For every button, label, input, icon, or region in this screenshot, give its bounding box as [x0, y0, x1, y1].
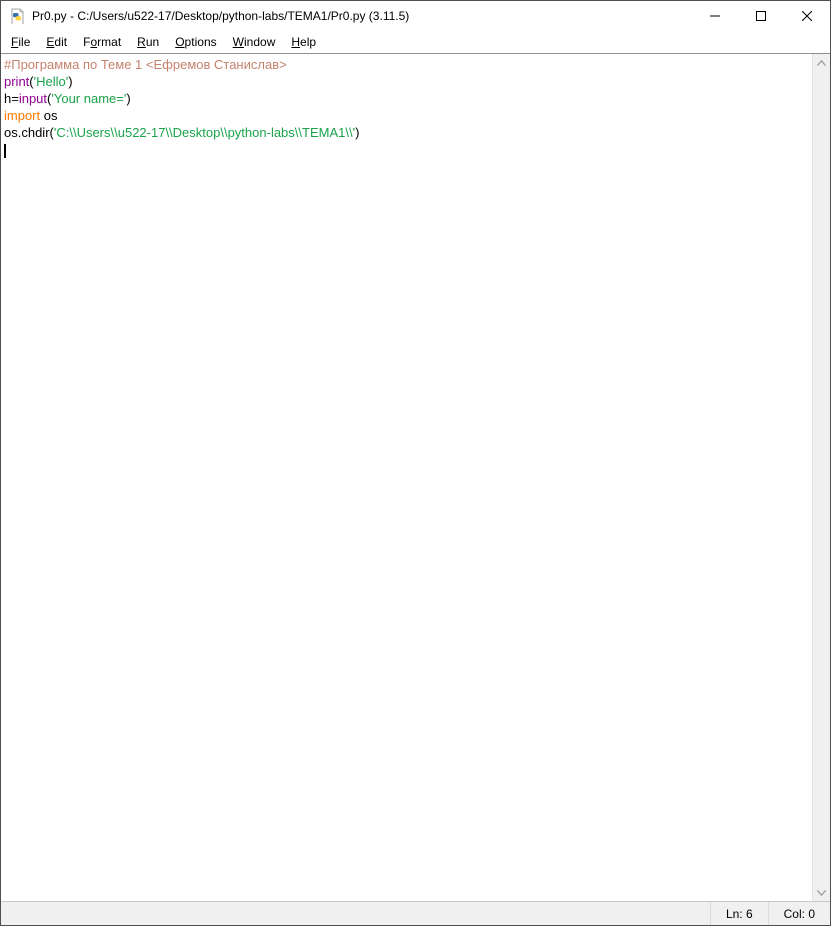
minimize-button[interactable] [692, 1, 738, 31]
code-token-builtin: print [4, 74, 29, 89]
code-token-string: 'Hello' [34, 74, 69, 89]
code-token-keyword: import [4, 108, 40, 123]
code-token-plain: ) [355, 125, 359, 140]
menu-item-format[interactable]: Format [75, 32, 129, 52]
text-cursor [4, 144, 6, 158]
code-token-comment: #Программа по Теме 1 <Ефремов Станислав> [4, 57, 287, 72]
code-line [4, 141, 812, 158]
scroll-down-icon [817, 890, 826, 896]
vertical-scrollbar[interactable] [812, 54, 830, 901]
close-icon [802, 11, 812, 21]
scroll-up-button[interactable] [813, 54, 830, 71]
code-token-plain: os.chdir( [4, 125, 54, 140]
code-line: import os [4, 107, 812, 124]
minimize-icon [710, 11, 720, 21]
code-line: h=input('Your name=') [4, 90, 812, 107]
scrollbar-track[interactable] [813, 71, 830, 884]
maximize-button[interactable] [738, 1, 784, 31]
status-bar: Ln: 6 Col: 0 [1, 901, 830, 925]
window-title: Pr0.py - C:/Users/u522-17/Desktop/python… [32, 9, 409, 23]
menu-item-options[interactable]: Options [167, 32, 224, 52]
code-token-plain: h= [4, 91, 19, 106]
code-line: print('Hello') [4, 73, 812, 90]
status-column-number: Col: 0 [768, 902, 830, 925]
window-controls [692, 1, 830, 31]
editor-region: #Программа по Теме 1 <Ефремов Станислав>… [1, 53, 830, 901]
close-button[interactable] [784, 1, 830, 31]
menu-item-help[interactable]: Help [283, 32, 324, 52]
code-token-plain: ) [68, 74, 72, 89]
code-token-plain: os [40, 108, 57, 123]
python-file-icon [9, 8, 25, 24]
maximize-icon [756, 11, 766, 21]
menu-item-edit[interactable]: Edit [38, 32, 75, 52]
scroll-up-icon [817, 60, 826, 66]
scroll-down-button[interactable] [813, 884, 830, 901]
status-line-number: Ln: 6 [710, 902, 768, 925]
code-token-string: 'Your name=' [51, 91, 126, 106]
title-bar[interactable]: Pr0.py - C:/Users/u522-17/Desktop/python… [1, 1, 830, 31]
menu-item-window[interactable]: Window [225, 32, 284, 52]
code-area[interactable]: #Программа по Теме 1 <Ефремов Станислав>… [1, 54, 812, 901]
code-line: #Программа по Теме 1 <Ефремов Станислав> [4, 56, 812, 73]
code-token-builtin: input [19, 91, 47, 106]
code-token-string: 'C:\\Users\\u522-17\\Desktop\\python-lab… [54, 125, 355, 140]
idle-editor-window: Pr0.py - C:/Users/u522-17/Desktop/python… [0, 0, 831, 926]
menu-item-run[interactable]: Run [129, 32, 167, 52]
menu-item-file[interactable]: File [3, 32, 38, 52]
menu-bar: FileEditFormatRunOptionsWindowHelp [1, 31, 830, 53]
code-line: os.chdir('C:\\Users\\u522-17\\Desktop\\p… [4, 124, 812, 141]
code-token-plain: ) [126, 91, 130, 106]
